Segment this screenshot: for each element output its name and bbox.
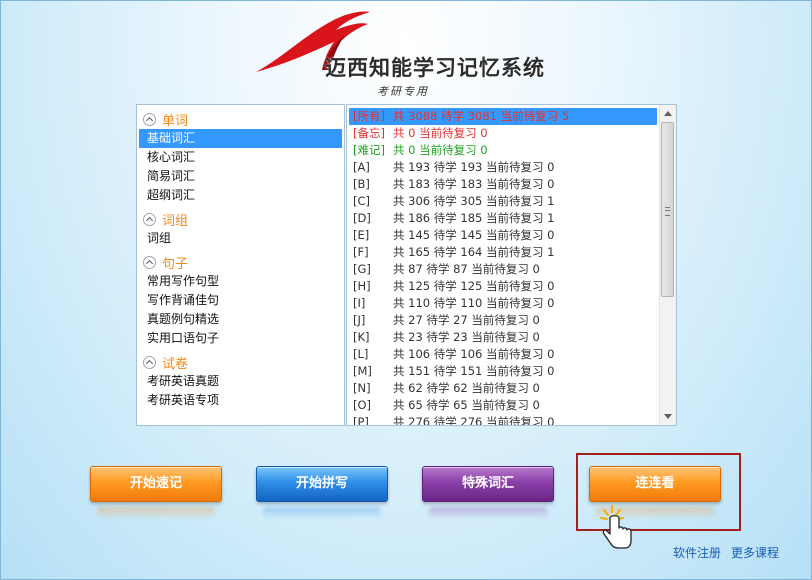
category-item[interactable]: 常用写作句型: [139, 272, 342, 291]
list-row[interactable]: [H] 共 125 待学 125 当前待复习 0: [349, 278, 657, 295]
row-tag: [L]: [353, 347, 369, 361]
list-row[interactable]: [M] 共 151 待学 151 当前待复习 0: [349, 363, 657, 380]
special-vocab-button[interactable]: 特殊词汇: [422, 466, 554, 502]
row-stats: 共 3088 待学 3081 当前待复习 5: [393, 109, 570, 123]
category-item[interactable]: 基础词汇: [139, 129, 342, 148]
list-row[interactable]: [难记] 共 0 当前待复习 0: [349, 142, 657, 159]
list-row[interactable]: [备忘] 共 0 当前待复习 0: [349, 125, 657, 142]
vertical-scrollbar[interactable]: [659, 105, 676, 425]
row-tag: [I]: [353, 296, 366, 310]
row-stats: 共 0 当前待复习 0: [393, 143, 488, 157]
row-tag: [H]: [353, 279, 371, 293]
row-tag: [E]: [353, 228, 370, 242]
word-list: [所有] 共 3088 待学 3081 当前待复习 5 [备忘] 共 0 当前待复习 …: [349, 108, 657, 426]
category-item[interactable]: 考研英语专项: [139, 391, 342, 410]
row-tag: [F]: [353, 245, 369, 259]
category-section-title: 单词: [162, 113, 189, 129]
category-section-header[interactable]: 句子: [137, 252, 344, 272]
list-row[interactable]: [I] 共 110 待学 110 当前待复习 0: [349, 295, 657, 312]
row-stats: 共 62 待学 62 当前待复习 0: [393, 381, 540, 395]
row-tag: [N]: [353, 381, 371, 395]
row-stats: 共 106 待学 106 当前待复习 0: [393, 347, 555, 361]
category-section-header[interactable]: 单词: [137, 109, 344, 129]
more-courses-link[interactable]: 更多课程: [731, 546, 779, 560]
list-row[interactable]: [L] 共 106 待学 106 当前待复习 0: [349, 346, 657, 363]
row-tag: [A]: [353, 160, 370, 174]
footer-links: 软件注册 更多课程: [673, 544, 789, 561]
category-section-header[interactable]: 试卷: [137, 352, 344, 372]
category-item[interactable]: 考研英语真题: [139, 372, 342, 391]
category-section-title: 词组: [162, 213, 189, 229]
start-spelling-button[interactable]: 开始拼写: [256, 466, 388, 502]
chevron-up-circle-icon[interactable]: [143, 255, 156, 269]
app-subtitle: 考研专用: [377, 85, 429, 98]
row-tag: [M]: [353, 364, 372, 378]
grip-icon: [665, 207, 670, 216]
category-item[interactable]: 实用口语句子: [139, 329, 342, 348]
row-stats: 共 183 待学 183 当前待复习 0: [393, 177, 555, 191]
list-row[interactable]: [F] 共 165 待学 164 当前待复习 1: [349, 244, 657, 261]
row-stats: 共 23 待学 23 当前待复习 0: [393, 330, 540, 344]
list-row[interactable]: [C] 共 306 待学 305 当前待复习 1: [349, 193, 657, 210]
row-tag: [难记]: [353, 143, 385, 157]
list-row[interactable]: [A] 共 193 待学 193 当前待复习 0: [349, 159, 657, 176]
row-stats: 共 186 待学 185 当前待复习 1: [393, 211, 555, 225]
category-section-title: 句子: [162, 256, 189, 272]
list-row[interactable]: [J] 共 27 待学 27 当前待复习 0: [349, 312, 657, 329]
row-stats: 共 165 待学 164 当前待复习 1: [393, 245, 555, 259]
list-row[interactable]: [G] 共 87 待学 87 当前待复习 0: [349, 261, 657, 278]
category-item[interactable]: 写作背诵佳句: [139, 291, 342, 310]
scroll-up-arrow-icon[interactable]: [660, 105, 676, 121]
list-row[interactable]: [D] 共 186 待学 185 当前待复习 1: [349, 210, 657, 227]
row-stats: 共 276 待学 276 当前待复习 0: [393, 415, 555, 426]
row-tag: [O]: [353, 398, 372, 412]
category-panel: 单词 基础词汇 核心词汇 简易词汇 超纲词汇词组 词组句子 常用写作句型 写作背诵佳句 真题例句…: [136, 104, 345, 426]
row-stats: 共 193 待学 193 当前待复习 0: [393, 160, 555, 174]
list-row[interactable]: [B] 共 183 待学 183 当前待复习 0: [349, 176, 657, 193]
row-stats: 共 125 待学 125 当前待复习 0: [393, 279, 555, 293]
list-row[interactable]: [P] 共 276 待学 276 当前待复习 0: [349, 414, 657, 426]
category-item[interactable]: 超纲词汇: [139, 186, 342, 205]
app-title: 迈西知能学习记忆系统: [325, 55, 545, 80]
scrollbar-thumb[interactable]: [661, 122, 674, 297]
row-tag: [B]: [353, 177, 370, 191]
category-section-title: 试卷: [162, 356, 189, 372]
list-row[interactable]: [K] 共 23 待学 23 当前待复习 0: [349, 329, 657, 346]
row-stats: 共 27 待学 27 当前待复习 0: [393, 313, 540, 327]
app-logo: 迈西知能学习记忆系统 考研专用: [252, 8, 562, 98]
row-tag: [所有]: [353, 109, 385, 123]
chevron-up-circle-icon[interactable]: [143, 212, 156, 226]
row-tag: [C]: [353, 194, 371, 208]
row-stats: 共 87 待学 87 当前待复习 0: [393, 262, 540, 276]
row-stats: 共 110 待学 110 当前待复习 0: [393, 296, 555, 310]
list-row[interactable]: [N] 共 62 待学 62 当前待复习 0: [349, 380, 657, 397]
list-row[interactable]: [O] 共 65 待学 65 当前待复习 0: [349, 397, 657, 414]
row-tag: [K]: [353, 330, 370, 344]
chevron-up-circle-icon[interactable]: [143, 112, 156, 126]
word-list-panel: [所有] 共 3088 待学 3081 当前待复习 5 [备忘] 共 0 当前待复习 …: [346, 104, 677, 426]
category-item[interactable]: 真题例句精选: [139, 310, 342, 329]
row-tag: [P]: [353, 415, 369, 426]
row-tag: [备忘]: [353, 126, 385, 140]
category-item[interactable]: 词组: [139, 229, 342, 248]
row-stats: 共 145 待学 145 当前待复习 0: [393, 228, 555, 242]
scroll-down-arrow-icon[interactable]: [660, 409, 676, 425]
chevron-up-circle-icon[interactable]: [143, 355, 156, 369]
row-tag: [D]: [353, 211, 371, 225]
register-link[interactable]: 软件注册: [673, 546, 721, 560]
row-tag: [G]: [353, 262, 371, 276]
row-stats: 共 0 当前待复习 0: [393, 126, 488, 140]
category-item[interactable]: 核心词汇: [139, 148, 342, 167]
category-item[interactable]: 简易词汇: [139, 167, 342, 186]
list-row[interactable]: [所有] 共 3088 待学 3081 当前待复习 5: [349, 108, 657, 125]
row-tag: [J]: [353, 313, 366, 327]
category-section-header[interactable]: 词组: [137, 209, 344, 229]
start-memorize-button[interactable]: 开始速记: [90, 466, 222, 502]
list-row[interactable]: [E] 共 145 待学 145 当前待复习 0: [349, 227, 657, 244]
hand-pointer-icon: [600, 505, 632, 549]
row-stats: 共 65 待学 65 当前待复习 0: [393, 398, 540, 412]
row-stats: 共 306 待学 305 当前待复习 1: [393, 194, 555, 208]
row-stats: 共 151 待学 151 当前待复习 0: [393, 364, 555, 378]
